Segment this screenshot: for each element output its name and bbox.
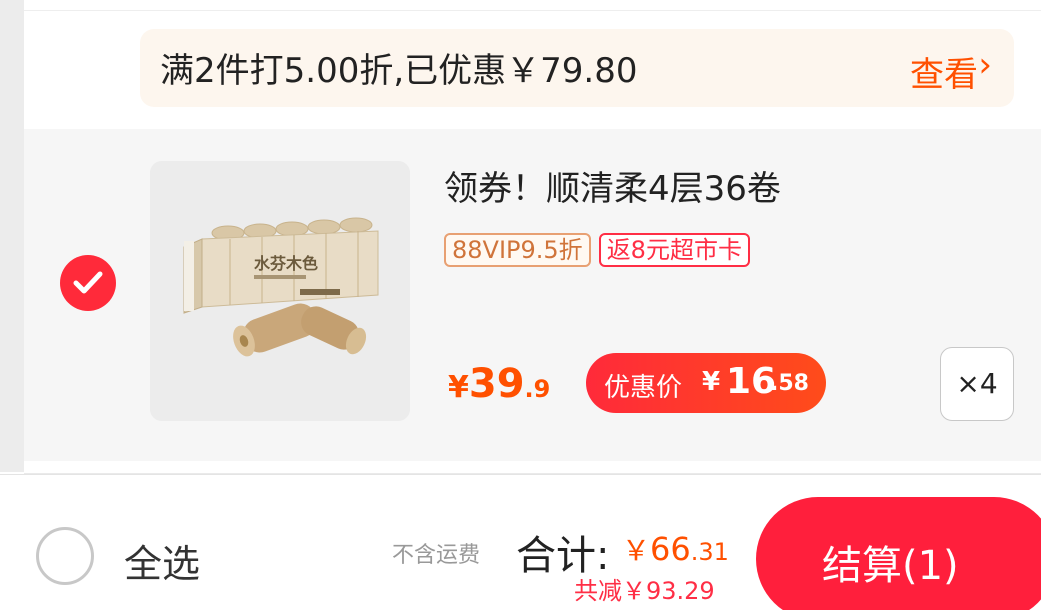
total-decimal: .31 bbox=[690, 538, 729, 566]
deal-currency: ¥ bbox=[702, 367, 721, 397]
checkout-bar: 全选 不含运费 合计: ￥66.31 共减￥93.29 结算(1) bbox=[0, 474, 1041, 610]
price-decimal: .9 bbox=[524, 375, 551, 403]
checkmark-icon bbox=[73, 271, 103, 294]
deal-integer: 16 bbox=[726, 361, 777, 402]
promo-banner[interactable]: 满2件打5.00折,已优惠￥79.80 查看 › bbox=[140, 29, 1014, 107]
product-tags: 88VIP9.5折 返8元超市卡 bbox=[444, 233, 758, 267]
cart-item: 水芬木色 领券！顺清柔4层36卷 88VIP9.5折返8元超市卡 ¥39.9 bbox=[24, 129, 1041, 461]
select-all-label[interactable]: 全选 bbox=[124, 533, 200, 588]
svg-text:水芬木色: 水芬木色 bbox=[254, 254, 318, 273]
checkout-button[interactable]: 结算(1) bbox=[756, 497, 1041, 610]
price-currency: ¥ bbox=[448, 370, 469, 405]
promo-view-link[interactable]: 查看 bbox=[910, 47, 978, 96]
price-integer: 39 bbox=[468, 361, 525, 407]
quantity-button[interactable]: ×4 bbox=[940, 347, 1014, 421]
toilet-paper-pack-image: 水芬木色 bbox=[150, 161, 410, 421]
tag-supermarket-card: 返8元超市卡 bbox=[598, 233, 750, 267]
tag-88vip: 88VIP9.5折 bbox=[444, 233, 591, 267]
product-price: ¥39.9 bbox=[448, 361, 550, 407]
cart-page: 满2件打5.00折,已优惠￥79.80 查看 › 水芬木色 领券！顺清柔4层36… bbox=[0, 0, 1041, 610]
chevron-right-icon: › bbox=[978, 45, 992, 85]
item-checkbox-checked[interactable] bbox=[60, 255, 116, 311]
select-all-checkbox[interactable] bbox=[36, 527, 94, 585]
item-divider bbox=[24, 461, 1041, 474]
deal-label: 优惠价 bbox=[604, 373, 683, 403]
total-currency: ￥ bbox=[622, 534, 651, 567]
promo-area: 满2件打5.00折,已优惠￥79.80 查看 › bbox=[24, 11, 1041, 129]
deal-decimal: .58 bbox=[770, 371, 809, 396]
total-value: ￥66.31 bbox=[622, 529, 729, 569]
promo-text: 满2件打5.00折,已优惠￥79.80 bbox=[160, 51, 638, 91]
left-rail bbox=[0, 0, 24, 472]
product-image[interactable]: 水芬木色 bbox=[150, 161, 410, 421]
checkout-label: 结算(1) bbox=[822, 543, 959, 589]
top-strip bbox=[24, 0, 1041, 11]
saved-amount[interactable]: 共减￥93.29 bbox=[574, 571, 715, 606]
deal-price-badge: 优惠价 ¥ 16 .58 bbox=[586, 353, 826, 413]
shipping-note: 不含运费 bbox=[392, 543, 481, 568]
total-integer: 66 bbox=[650, 530, 691, 568]
product-title[interactable]: 领券！顺清柔4层36卷 bbox=[444, 161, 781, 210]
